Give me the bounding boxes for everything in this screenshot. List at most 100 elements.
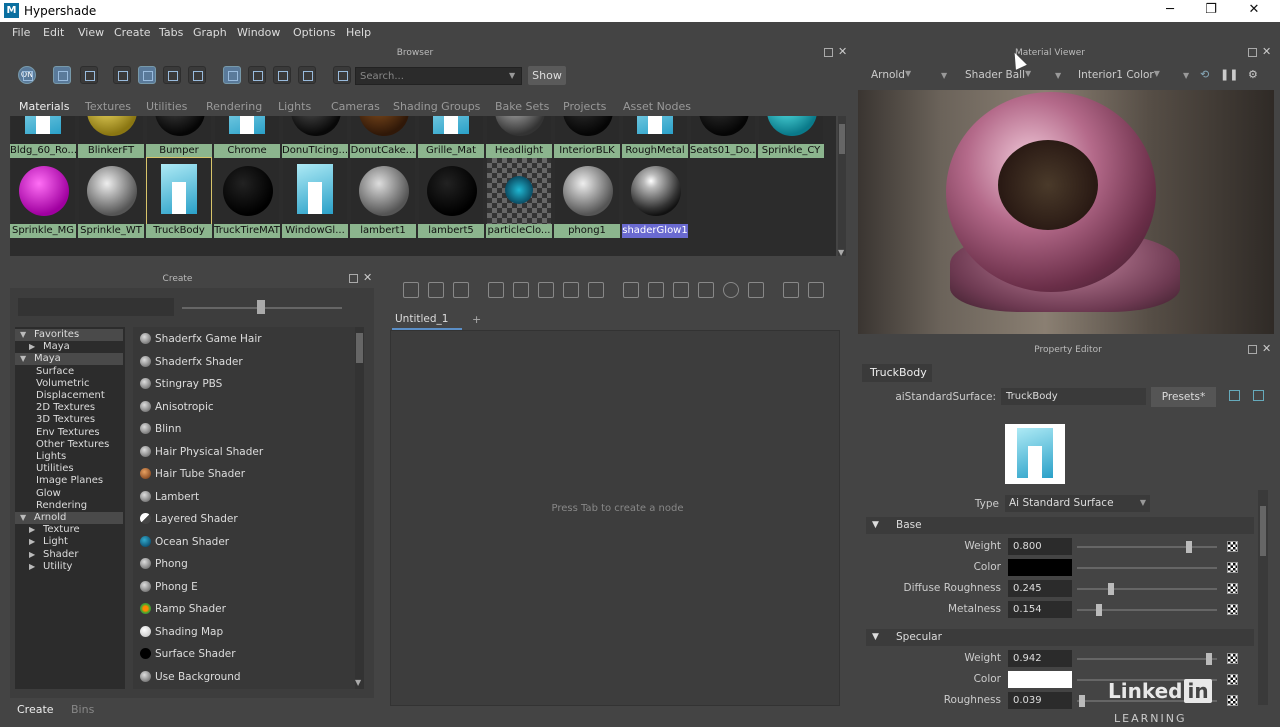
node-list-item[interactable]: Blinn bbox=[133, 418, 351, 440]
tree-item[interactable]: Lights bbox=[15, 451, 123, 463]
close-viewer-icon[interactable]: ✕ bbox=[1262, 45, 1271, 58]
material-swatch[interactable]: Sprinkle_CY bbox=[758, 116, 824, 158]
material-swatch[interactable]: phong1 bbox=[554, 158, 620, 238]
material-swatch[interactable]: Bumper bbox=[146, 116, 212, 158]
menu-window[interactable]: Window bbox=[237, 26, 280, 39]
color-swatch-field[interactable] bbox=[1008, 559, 1072, 576]
tree-item[interactable]: Utilities bbox=[15, 463, 123, 475]
tab-shading-groups[interactable]: Shading Groups bbox=[393, 100, 480, 113]
pause-icon[interactable]: ❚❚ bbox=[1220, 68, 1238, 81]
tab-materials[interactable]: Materials bbox=[19, 100, 69, 113]
tree-item[interactable]: Glow bbox=[15, 488, 123, 500]
expand-arrow-icon[interactable]: ▶ bbox=[29, 550, 35, 559]
node-list-item[interactable]: Ocean Shader bbox=[133, 531, 351, 553]
slider-handle[interactable] bbox=[1206, 653, 1212, 665]
menu-view[interactable]: View bbox=[78, 26, 104, 39]
swatch-size-handle[interactable] bbox=[257, 300, 265, 314]
show-button[interactable]: Show bbox=[528, 66, 566, 85]
expand-arrow-icon[interactable]: ▶ bbox=[29, 537, 35, 546]
node-list-item[interactable]: Hair Physical Shader bbox=[133, 441, 351, 463]
tab-lights[interactable]: Lights bbox=[278, 100, 311, 113]
sort-type-icon[interactable] bbox=[248, 66, 266, 84]
material-swatch[interactable]: particleClo... bbox=[486, 158, 552, 238]
renderer-dropdown[interactable]: Arnold bbox=[871, 69, 911, 81]
shape-chevron-down-icon[interactable]: ▼ bbox=[1055, 71, 1061, 80]
node-list-item[interactable]: Hair Tube Shader bbox=[133, 463, 351, 485]
menu-help[interactable]: Help bbox=[346, 26, 371, 39]
xlarge-swatch-icon[interactable] bbox=[188, 66, 206, 84]
tab-rendering[interactable]: Rendering bbox=[206, 100, 262, 113]
graph-frame-all-icon[interactable] bbox=[488, 282, 504, 298]
material-swatch[interactable]: Chrome bbox=[214, 116, 280, 158]
large-swatch-icon[interactable] bbox=[163, 66, 181, 84]
attribute-value-field[interactable]: 0.800 bbox=[1008, 538, 1072, 555]
graph-connected-mode-icon[interactable] bbox=[648, 282, 664, 298]
material-swatch[interactable]: Sprinkle_MG bbox=[10, 158, 76, 238]
tree-item[interactable]: Rendering bbox=[15, 500, 123, 512]
tree-item[interactable]: Image Planes bbox=[15, 475, 123, 487]
material-swatch[interactable]: Sprinkle_WT bbox=[78, 158, 144, 238]
create-search-input[interactable] bbox=[18, 298, 174, 316]
graph-full-mode-icon[interactable] bbox=[673, 282, 689, 298]
attribute-value-field[interactable]: 0.039 bbox=[1008, 692, 1072, 709]
graph-io-icon[interactable] bbox=[428, 282, 444, 298]
tree-item[interactable]: ▶ Maya bbox=[15, 341, 123, 353]
focus-output-icon[interactable] bbox=[1253, 390, 1264, 401]
menu-edit[interactable]: Edit bbox=[43, 26, 64, 39]
menu-options[interactable]: Options bbox=[293, 26, 335, 39]
close-create-icon[interactable]: ✕ bbox=[363, 271, 372, 284]
node-list-item[interactable]: Anisotropic bbox=[133, 396, 351, 418]
map-button-icon[interactable] bbox=[1227, 562, 1238, 573]
node-list-item[interactable]: Shaderfx Game Hair bbox=[133, 328, 351, 350]
graph-arrange-icon[interactable] bbox=[563, 282, 579, 298]
tree-item[interactable]: ▶ Shader bbox=[15, 549, 123, 561]
map-button-icon[interactable] bbox=[1227, 583, 1238, 594]
tree-item[interactable]: Env Textures bbox=[15, 427, 123, 439]
tree-item[interactable]: ▶ Utility bbox=[15, 561, 123, 573]
tree-item[interactable]: Surface bbox=[15, 366, 123, 378]
node-graph-canvas[interactable] bbox=[390, 330, 840, 706]
attribute-slider[interactable] bbox=[1077, 588, 1217, 590]
slider-handle[interactable] bbox=[1108, 583, 1114, 595]
attribute-value-field[interactable]: 0.154 bbox=[1008, 601, 1072, 618]
node-list-item[interactable]: Use Background bbox=[133, 666, 351, 688]
node-list-item[interactable]: Layered Shader bbox=[133, 508, 351, 530]
node-list-item[interactable]: Ramp Shader bbox=[133, 598, 351, 620]
float-create-icon[interactable] bbox=[349, 274, 358, 283]
graph-connect-icon[interactable] bbox=[588, 282, 604, 298]
tab-utilities[interactable]: Utilities bbox=[146, 100, 187, 113]
node-list-item[interactable]: Surface Shader bbox=[133, 643, 351, 665]
collapse-arrow-icon[interactable]: ▼ bbox=[872, 632, 879, 642]
restore-icon[interactable]: ❐ bbox=[1191, 2, 1231, 17]
presets-button[interactable]: Presets* bbox=[1151, 387, 1216, 407]
view-list-icon[interactable] bbox=[80, 66, 98, 84]
slider-handle[interactable] bbox=[1186, 541, 1192, 553]
material-swatch[interactable]: BlinkerFT bbox=[78, 116, 144, 158]
tab-asset-nodes[interactable]: Asset Nodes bbox=[623, 100, 691, 113]
node-list-item[interactable]: Stingray PBS bbox=[133, 373, 351, 395]
list-scroll-down-icon[interactable]: ▼ bbox=[355, 678, 361, 687]
tree-item[interactable]: ▼ Arnold bbox=[15, 512, 123, 524]
tree-item[interactable]: ▼ Maya bbox=[15, 353, 123, 366]
collapse-arrow-icon[interactable]: ▼ bbox=[20, 513, 26, 522]
graph-tab-untitled[interactable]: Untitled_1 bbox=[395, 313, 448, 329]
search-dropdown-icon[interactable]: ▼ bbox=[509, 71, 515, 80]
tree-item[interactable]: Other Textures bbox=[15, 439, 123, 451]
attribute-slider[interactable] bbox=[1077, 546, 1217, 548]
section-header[interactable]: ▼ Base bbox=[866, 517, 1254, 534]
expand-arrow-icon[interactable]: ▶ bbox=[29, 525, 35, 534]
browser-scrollbar[interactable] bbox=[838, 116, 846, 256]
tab-create[interactable]: Create bbox=[17, 703, 54, 716]
sort-time-icon[interactable] bbox=[273, 66, 291, 84]
node-list-item[interactable]: Phong bbox=[133, 553, 351, 575]
menu-tabs[interactable]: Tabs bbox=[159, 26, 183, 39]
attribute-value-field[interactable]: 0.245 bbox=[1008, 580, 1072, 597]
scroll-down-icon[interactable]: ▼ bbox=[838, 248, 844, 257]
close-panel-icon[interactable]: ✕ bbox=[838, 45, 847, 58]
close-icon[interactable]: ✕ bbox=[1234, 2, 1274, 17]
float-property-icon[interactable] bbox=[1248, 345, 1257, 354]
node-list-item[interactable]: Shading Map bbox=[133, 621, 351, 643]
tree-item[interactable]: ▶ Light bbox=[15, 536, 123, 548]
map-button-icon[interactable] bbox=[1227, 541, 1238, 552]
shape-dropdown[interactable]: Shader Ball bbox=[965, 69, 1031, 81]
